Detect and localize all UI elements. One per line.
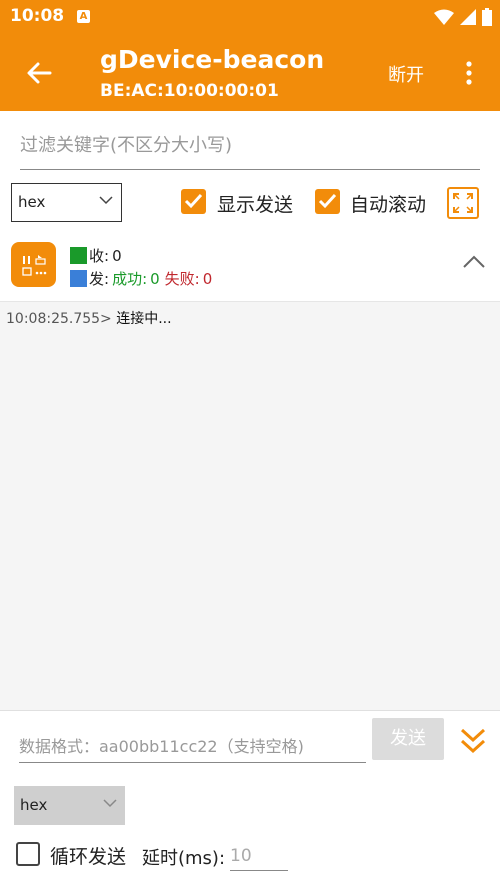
send-stats: 发: 成功: 0 失败: 0: [70, 268, 212, 289]
check-icon: [318, 193, 337, 209]
back-button[interactable]: [22, 56, 56, 90]
display-format-value: hex: [18, 193, 46, 211]
more-vert-icon: [466, 61, 472, 85]
fullscreen-icon: [453, 193, 473, 213]
pause-clear-button[interactable]: [11, 242, 56, 287]
success-count: 0: [150, 269, 160, 288]
show-send-checkbox[interactable]: [181, 189, 206, 214]
fail-count: 0: [202, 269, 213, 288]
log-area[interactable]: 10:08:25.755> 连接中...: [0, 302, 500, 710]
show-send-label: 显示发送: [217, 194, 294, 216]
status-time: 10:08: [10, 6, 65, 26]
auto-scroll-checkbox[interactable]: [315, 189, 340, 214]
send-color-square: [70, 270, 87, 287]
stats-bar: 收: 0 发: 成功: 0 失败: 0: [0, 238, 500, 302]
send-format-value: hex: [20, 796, 48, 814]
success-label: 成功:: [112, 270, 148, 288]
display-format-select[interactable]: hex: [11, 183, 122, 222]
delay-input[interactable]: [230, 841, 288, 870]
recv-count: 0: [112, 246, 122, 265]
send-data-input[interactable]: [19, 731, 366, 762]
recv-label: 收:: [89, 247, 110, 265]
send-data-field: [19, 731, 366, 763]
wifi-icon: [434, 9, 454, 25]
send-format-select[interactable]: hex: [14, 786, 125, 825]
app-bar: gDevice-beacon BE:AC:10:00:00:01 断开: [0, 34, 500, 111]
delay-label: 延时(ms):: [142, 848, 226, 869]
fullscreen-button[interactable]: [447, 187, 479, 219]
send-label: 发:: [89, 270, 110, 288]
loop-send-label: 循环发送: [50, 846, 127, 868]
system-icons: [434, 8, 492, 26]
arrow-left-icon: [27, 62, 52, 84]
chevron-down-icon: [99, 196, 113, 205]
device-address: BE:AC:10:00:00:01: [100, 81, 279, 101]
log-entry: 10:08:25.755> 连接中...: [6, 308, 172, 328]
pause-clear-icon: [22, 255, 47, 276]
notification-icon: A: [77, 10, 90, 23]
delay-field: [230, 841, 288, 871]
log-timestamp: 10:08:25.755>: [6, 311, 112, 327]
chevron-up-icon: [463, 255, 485, 268]
fail-label: 失败:: [164, 270, 200, 288]
expand-options-button[interactable]: [459, 726, 487, 756]
log-message: 连接中...: [116, 311, 172, 327]
disconnect-button[interactable]: 断开: [388, 61, 424, 87]
device-name: gDevice-beacon: [100, 45, 325, 74]
signal-icon: [460, 9, 476, 25]
send-button[interactable]: 发送: [372, 718, 444, 760]
auto-scroll-label: 自动滚动: [350, 194, 427, 216]
double-chevron-down-icon: [460, 728, 486, 754]
filter-field: [20, 122, 480, 170]
more-menu-button[interactable]: [459, 60, 479, 86]
recv-color-square: [70, 247, 87, 264]
chevron-down-icon: [103, 799, 117, 808]
battery-icon: [482, 8, 492, 26]
status-bar: 10:08 A: [0, 0, 500, 34]
send-panel: 发送 hex 循环发送 延时(ms):: [0, 710, 500, 888]
filter-input[interactable]: [20, 122, 480, 169]
recv-stats: 收: 0: [70, 245, 122, 266]
check-icon: [184, 193, 203, 209]
collapse-button[interactable]: [462, 254, 486, 270]
loop-send-checkbox[interactable]: [16, 842, 40, 866]
